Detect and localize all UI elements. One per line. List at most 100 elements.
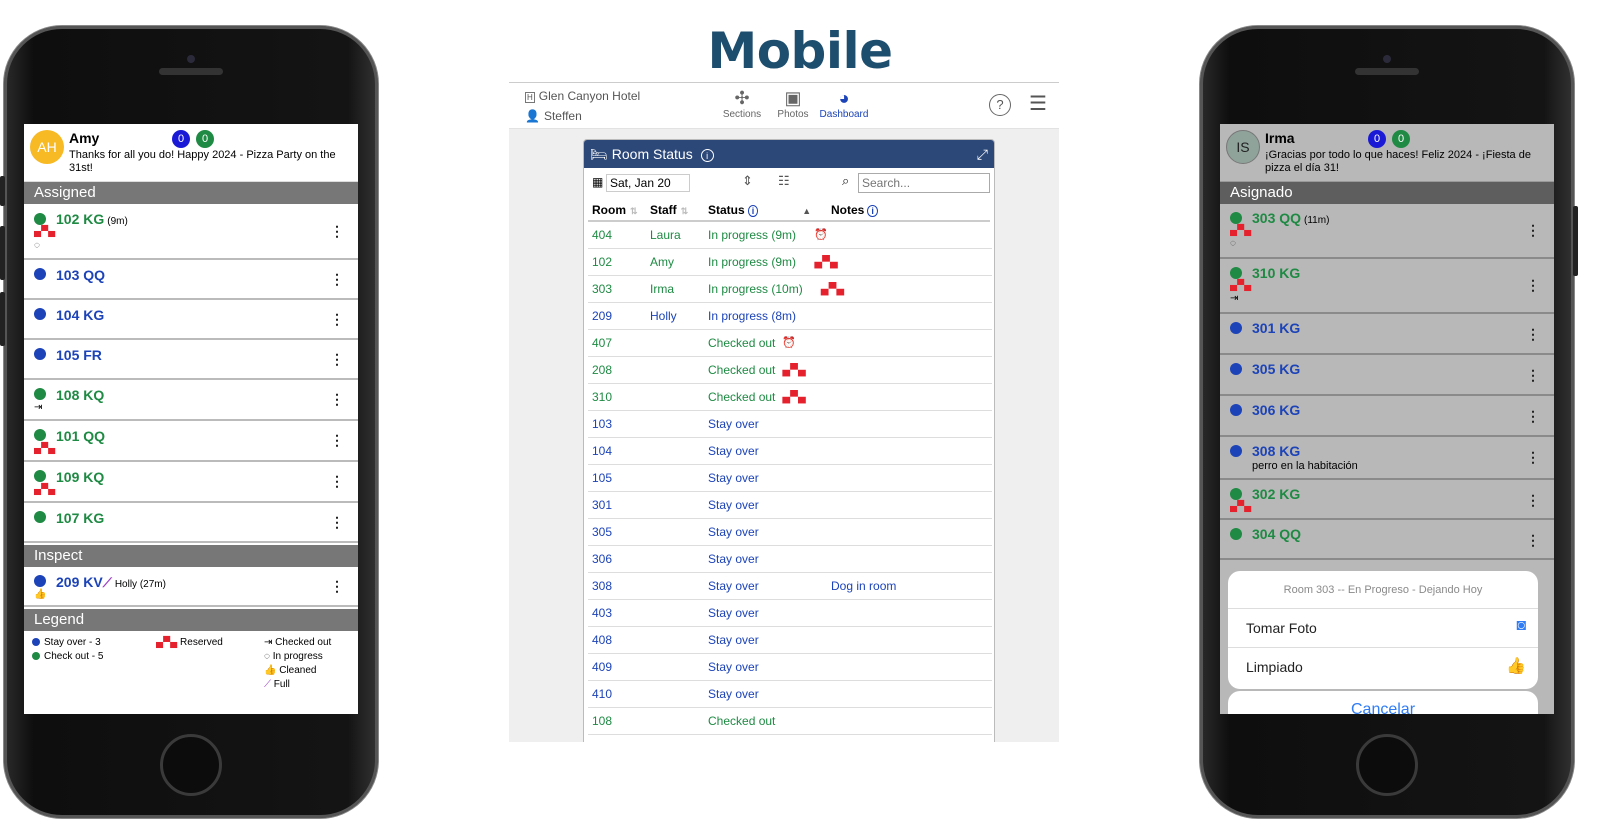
table-row[interactable]: 301 Stay over [588,492,992,519]
info-icon[interactable]: i [700,149,714,162]
more-options-icon[interactable]: ⋮ [1526,326,1540,343]
room-row[interactable]: 306 KG ⋮ [1220,396,1554,437]
status-cell: Stay over [708,417,759,431]
menu-icon[interactable]: ☰ [1029,93,1047,115]
room-row[interactable]: 303 QQ (11m) ▄▀▄ ◌ ⋮ [1220,204,1554,259]
room-label: 303 QQ (11m) [1252,210,1329,226]
room-row[interactable]: 305 KG ⋮ [1220,355,1554,396]
table-row[interactable]: 104 Stay over [588,438,992,465]
table-row[interactable]: 408 Stay over [588,627,992,654]
table-row[interactable]: 102 Amy In progress (9m) ▄▀▄ [588,249,992,276]
room-row[interactable]: 308 KG perro en la habitación ⋮ [1220,437,1554,480]
table-row[interactable]: 306 Stay over [588,546,992,573]
room-row[interactable]: 107 KG ⋮ [24,503,358,543]
room-cell: 103 [592,417,613,431]
expand-icon[interactable]: ⤢ [977,140,988,168]
column-room[interactable]: Room ⇅ [592,198,638,223]
room-row[interactable]: 301 KG ⋮ [1220,314,1554,355]
table-row[interactable]: 103 Stay over [588,411,992,438]
room-row[interactable]: 109 KQ ▄▀▄ ⋮ [24,462,358,503]
table-row[interactable]: 409 Stay over [588,654,992,681]
status-cell: Stay over [708,579,759,593]
more-options-icon[interactable]: ⋮ [330,351,344,368]
cancel-button[interactable]: Cancelar [1228,691,1538,714]
table-row[interactable]: 410 Stay over [588,681,992,708]
more-options-icon[interactable]: ⋮ [1526,222,1540,239]
cleaned-option[interactable]: Limpiado 👍 [1228,648,1538,687]
room-cell: 410 [592,687,613,701]
inspect-staff: Holly (27m) [114,579,166,590]
table-row[interactable]: 308 Stay over Dog in room [588,573,992,600]
more-options-icon[interactable]: ⋮ [1526,408,1540,425]
column-status[interactable]: Status i ▲ [708,198,811,223]
more-options-icon[interactable]: ⋮ [1526,367,1540,384]
column-staff[interactable]: Staff ⇅ [650,198,688,223]
room-row[interactable]: 104 KG ⋮ [24,300,358,340]
table-row[interactable]: 305 Stay over [588,519,992,546]
current-user[interactable]: 👤 Steffen [525,109,582,123]
table-row[interactable]: 208 Checked out ▄▀▄ [588,357,992,384]
room-row[interactable]: 102 KG (9m) ▄▀▄ ◌ ⋮ [24,204,358,260]
home-button[interactable] [160,734,222,796]
status-cell: Stay over [708,498,759,512]
table-row[interactable]: 108 Checked out [588,708,992,735]
avatar[interactable]: AH [30,130,64,164]
take-photo-option[interactable]: Tomar Foto ◙ [1228,609,1538,648]
more-options-icon[interactable]: ⋮ [1526,277,1540,294]
nav-dashboard[interactable]: ◕ Dashboard [817,87,871,120]
help-icon[interactable]: ? [989,94,1011,116]
filter-icon[interactable]: ☷ [778,173,790,189]
table-row[interactable]: 407 Checked out ⏰ [588,330,992,357]
more-options-icon[interactable]: ⋮ [330,271,344,288]
legend-label: Checked out [275,637,332,648]
expand-rows-icon[interactable]: ⇕ [742,173,753,189]
column-notes[interactable]: Notes i [831,198,878,223]
table-row[interactable]: 310 Checked out ▄▀▄ [588,384,992,411]
sort-icon: ⇅ [630,206,638,216]
room-cell: 403 [592,606,613,620]
nav-sections[interactable]: ✣ Sections [715,87,769,120]
home-button[interactable] [1356,734,1418,796]
user-icon: 👤 [525,109,540,123]
table-row[interactable]: 404 Laura In progress (9m) ⏰ [588,222,992,249]
date-picker[interactable]: Sat, Jan 20 [606,174,690,192]
room-row[interactable]: 103 QQ ⋮ [24,260,358,300]
table-row[interactable]: 209 Holly In progress (8m) [588,303,992,330]
room-row[interactable]: 105 FR ⋮ [24,340,358,380]
more-options-icon[interactable]: ⋮ [1526,492,1540,509]
room-row[interactable]: 209 KV⟋ Holly (27m) 👍 ⋮ [24,567,358,607]
room-row[interactable]: 304 QQ ⋮ [1220,520,1554,560]
more-options-icon[interactable]: ⋮ [330,514,344,531]
more-options-icon[interactable]: ⋮ [1526,532,1540,549]
more-options-icon[interactable]: ⋮ [330,473,344,490]
nav-photos[interactable]: ▣ Photos [766,87,820,120]
left-phone-screen: AH Amy 0 0 Thanks for all you do! Happy … [24,124,358,714]
more-options-icon[interactable]: ⋮ [330,223,344,240]
info-icon[interactable]: i [867,205,878,217]
stay-over-dot [34,268,46,280]
more-options-icon[interactable]: ⋮ [1526,449,1540,466]
more-options-icon[interactable]: ⋮ [330,311,344,328]
more-options-icon[interactable]: ⋮ [330,432,344,449]
sort-asc-icon: ▲ [802,206,812,216]
bed-icon: ▄▀▄ [782,364,806,376]
table-row[interactable]: 403 Stay over [588,600,992,627]
hotel-name[interactable]: H Glen Canyon Hotel [525,89,640,103]
info-icon[interactable]: i [747,205,759,217]
bed-icon: ▄▀▄ [34,443,56,454]
room-row[interactable]: 108 KQ ⇥ ⋮ [24,380,358,421]
notes-cell: Dog in room [831,579,897,593]
room-row[interactable]: 302 KG ▄▀▄ ⋮ [1220,480,1554,520]
avatar[interactable]: IS [1226,130,1260,164]
legend: Stay over - 3 Check out - 5 ▄▀▄ Reserved… [24,631,358,701]
room-row[interactable]: 101 QQ ▄▀▄ ⋮ [24,421,358,462]
more-options-icon[interactable]: ⋮ [330,391,344,408]
table-row[interactable]: 303 Irma In progress (10m) ▄▀▄ [588,276,992,303]
table-row[interactable]: 105 Stay over [588,465,992,492]
legend-label: In progress [272,651,323,662]
more-options-icon[interactable]: ⋮ [330,578,344,595]
search-input[interactable] [858,173,990,193]
check-out-count-badge: 0 [1392,130,1410,148]
check-out-dot [34,470,46,482]
room-row[interactable]: 310 KG ▄▀▄ ⇥ ⋮ [1220,259,1554,314]
